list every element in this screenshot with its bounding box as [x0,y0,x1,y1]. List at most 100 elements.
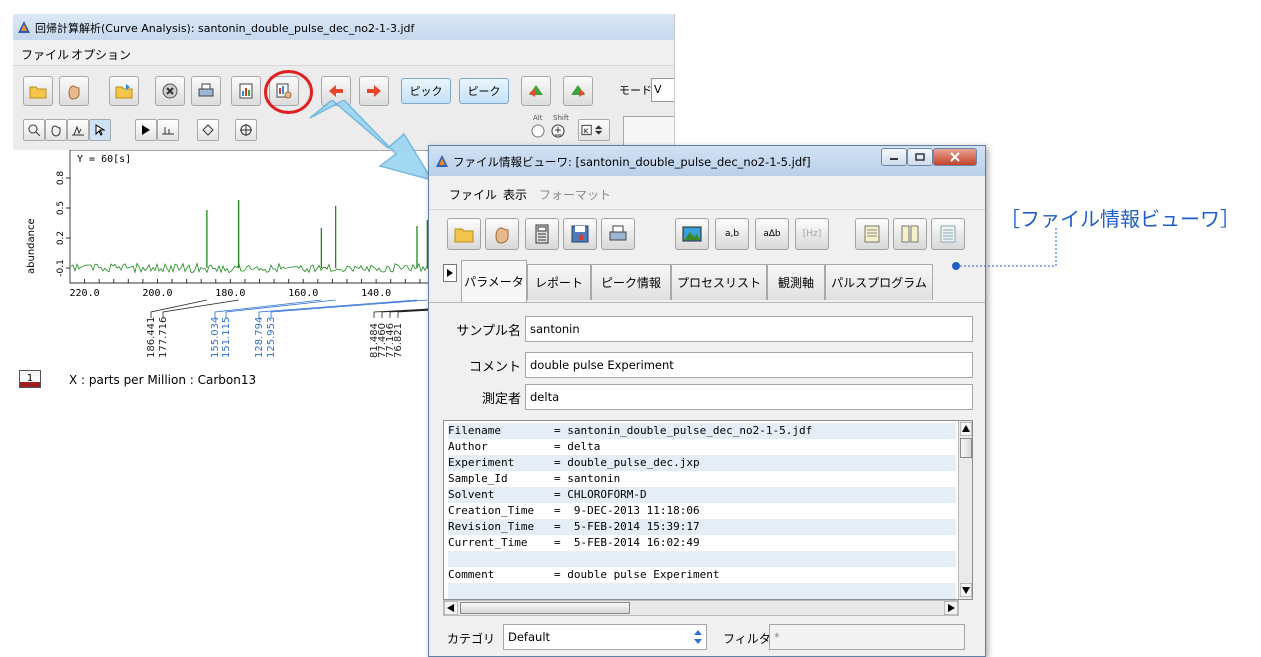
info-line: Creation_Time = 9-DEC-2013 11:18:06 [448,504,700,517]
comment-input[interactable]: double pulse Experiment [525,352,973,378]
minimize-button[interactable] [881,148,907,166]
peak-label: 128.794 [254,317,265,358]
fit-peaks-icon [72,125,84,136]
menu-view[interactable]: 表示 [503,186,527,203]
menu-file[interactable]: ファイル [449,186,497,203]
report-button[interactable] [231,76,261,106]
vertical-scrollbar[interactable] [958,421,972,599]
menu-file[interactable]: ファイル [21,46,69,63]
baseline-button[interactable] [157,119,179,141]
stop-button[interactable] [155,76,185,106]
y-tick-label: 0.2 [56,231,66,245]
horizontal-scrollbar[interactable] [443,600,959,616]
diamond-button[interactable] [197,119,219,141]
main-window-title: 回帰計算解析(Curve Analysis): santonin_double_… [35,22,415,35]
file-info-textarea[interactable]: Filename = santonin_double_pulse_dec_no2… [443,420,973,600]
open-folder-button[interactable] [23,76,53,106]
peak-left-button[interactable] [521,76,551,106]
app-logo-icon [436,155,448,167]
tab-observation-axis[interactable]: 観測軸 [767,264,825,300]
y-tick-label: 0.8 [56,171,66,186]
scroll-right-icon[interactable] [944,601,958,615]
info-line: Author = delta [448,440,601,453]
sample-name-input[interactable]: santonin [525,316,973,342]
annotation-connector [952,228,1057,270]
scroll-up-icon[interactable] [960,422,972,436]
spinner-arrows-icon[interactable] [691,628,705,646]
shift-label: Shift [553,114,569,122]
text-ab-button[interactable]: a,b [715,218,749,250]
scroll-left-icon[interactable] [444,601,458,615]
maximize-button[interactable] [907,148,933,166]
folder-icon [454,228,474,243]
calculator-button[interactable] [525,218,559,250]
print-button[interactable] [601,218,635,250]
info-line: Comment = double pulse Experiment [448,568,720,581]
k-spinner[interactable]: K [578,119,610,141]
menu-options[interactable]: オプション [71,46,131,63]
close-button[interactable] [933,148,977,166]
display-box [623,116,674,146]
mode-select[interactable]: V [651,78,674,102]
scroll-down-icon[interactable] [960,583,972,597]
cursor-icon [95,124,106,136]
operator-input[interactable]: delta [525,384,973,410]
alt-radio[interactable] [530,123,546,139]
open-folder-button[interactable] [447,218,481,250]
save-button[interactable] [563,218,597,250]
operator-label: 測定者 [481,392,521,407]
arrow-right-icon [367,85,381,97]
hz-button[interactable]: [Hz] [795,218,829,250]
menu-format[interactable]: フォーマット [539,186,611,203]
calculator-icon [535,224,549,244]
image-view-button[interactable] [675,218,709,250]
peak-label: 177.716 [158,317,169,358]
peak-label-connector [150,299,207,318]
hand-tool-button[interactable] [59,76,89,106]
peak-label: 76.821 [393,323,404,358]
select-button[interactable] [89,119,111,141]
scroll-thumb[interactable] [960,438,972,458]
info-line: Solvent = CHLOROFORM-D [448,487,956,503]
page-number-box[interactable]: 1 [19,370,41,388]
scroll-thumb[interactable] [460,602,630,614]
fit-button[interactable] [67,119,89,141]
two-column-button[interactable] [893,218,927,250]
print-button[interactable] [191,76,221,106]
category-select[interactable]: Default [503,624,707,650]
tab-report[interactable]: レポート [527,264,591,300]
info-line [448,551,956,567]
y-tick-label: 0.5 [56,201,66,215]
play-marker-button[interactable] [135,119,157,141]
comment-label: コメント [468,360,521,375]
tab-peak-info[interactable]: ピーク情報 [591,264,671,300]
zoom-button[interactable] [23,119,45,141]
minimize-icon [890,158,898,160]
open-file-button[interactable] [109,76,139,106]
folder-icon [29,86,47,99]
info-line: Sample_Id = santonin [448,472,621,485]
x-tick-label: 200.0 [142,288,172,299]
hand-tool-button[interactable] [485,218,519,250]
x-axis-status: X : parts per Million : Carbon13 [69,373,257,387]
file-info-viewer-window: ファイル情報ビューワ: [santonin_double_pulse_dec_n… [428,145,986,657]
info-line: Experiment = double_pulse_dec.jxp [448,455,956,471]
tab-pulse-program[interactable]: パルスプログラム [825,264,933,300]
filter-label: フィルタ [723,632,771,646]
crosshair-button[interactable] [235,119,257,141]
close-icon [950,152,960,162]
single-column-button[interactable] [855,218,889,250]
peak-button[interactable]: ピーク [459,78,509,104]
text-delta-button[interactable]: a∆b [755,218,789,250]
filter-input[interactable]: * [769,624,965,650]
hand-icon [68,85,80,100]
tab-parameters[interactable]: パラメータ [461,260,527,302]
tab-process-list[interactable]: プロセスリスト [671,264,767,300]
peak-right-button[interactable] [563,76,593,106]
diamond-icon [202,124,214,136]
baseline-icon [162,127,174,135]
pan-button[interactable] [45,119,67,141]
info-line: Filename = santonin_double_pulse_dec_no2… [448,423,956,439]
shift-plusminus-icon[interactable] [550,123,566,139]
tab-scroll-button[interactable] [443,264,457,282]
